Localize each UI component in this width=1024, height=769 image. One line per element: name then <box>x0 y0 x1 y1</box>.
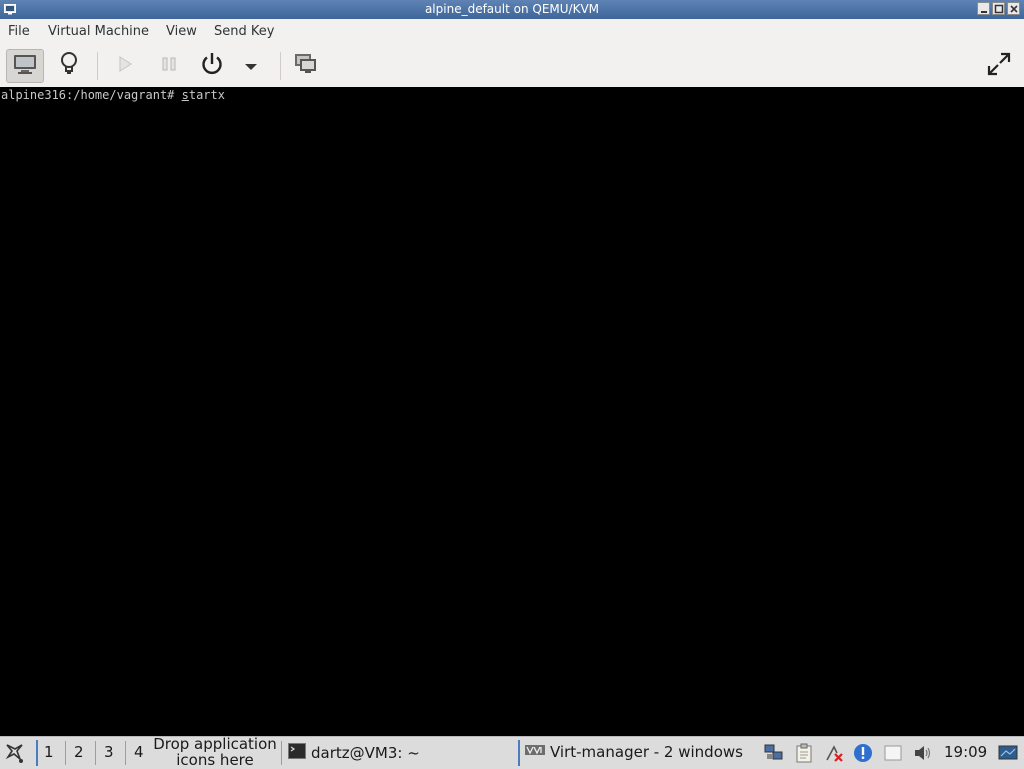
power-icon <box>200 52 224 80</box>
active-task-indicator <box>518 740 520 766</box>
taskbar: 1 2 3 4 Drop application icons here dart… <box>0 736 1024 769</box>
workspace-3[interactable]: 3 <box>104 743 114 761</box>
network-icon[interactable] <box>764 743 784 763</box>
title-bar: alpine_default on QEMU/KVM <box>0 0 1024 19</box>
chevron-down-icon <box>244 57 258 76</box>
close-button[interactable] <box>1007 2 1020 15</box>
active-workspace-indicator <box>36 740 38 766</box>
drive-icon[interactable] <box>883 743 903 763</box>
workspace-1[interactable]: 1 <box>44 743 54 761</box>
minimize-button[interactable] <box>977 2 990 15</box>
show-details-button[interactable] <box>50 49 88 83</box>
task-label: Virt-manager - 2 windows <box>550 743 743 761</box>
vm-console[interactable]: alpine316:/home/vagrant# startx <box>0 87 1024 736</box>
drop-text-line1: Drop application <box>153 735 277 753</box>
pause-icon <box>161 56 177 76</box>
volume-icon[interactable] <box>913 743 933 763</box>
run-button[interactable] <box>106 49 144 83</box>
start-menu-button[interactable] <box>4 741 26 769</box>
menu-view[interactable]: View <box>166 24 197 39</box>
terminal-icon <box>288 743 306 763</box>
menu-file[interactable]: File <box>8 24 30 39</box>
play-icon <box>117 55 133 77</box>
virt-manager-icon <box>525 743 545 761</box>
console-prompt: alpine316:/home/vagrant# <box>1 88 182 102</box>
toolbar-separator <box>97 52 98 80</box>
console-icon <box>13 53 37 79</box>
maximize-button[interactable] <box>992 2 1005 15</box>
show-desktop-icon[interactable] <box>998 743 1018 763</box>
fullscreen-icon <box>986 51 1012 81</box>
menu-virtual-machine[interactable]: Virtual Machine <box>48 24 149 39</box>
shutdown-button[interactable] <box>193 49 231 83</box>
toolbar-separator <box>280 52 281 80</box>
workspace-2[interactable]: 2 <box>74 743 84 761</box>
pause-button[interactable] <box>150 49 188 83</box>
launcher-drop-area[interactable]: Drop application icons here <box>150 736 280 768</box>
show-console-button[interactable] <box>6 49 44 83</box>
taskbar-separator <box>281 741 282 765</box>
lightbulb-icon <box>58 51 80 81</box>
fish-logo-icon <box>4 744 26 769</box>
drop-text-line2: icons here <box>176 751 254 769</box>
network-disconnected-icon[interactable] <box>824 743 844 763</box>
console-line: alpine316:/home/vagrant# startx <box>1 88 225 102</box>
clock[interactable]: 19:09 <box>944 743 987 761</box>
console-command: tartx <box>188 88 225 102</box>
task-terminal[interactable]: dartz@VM3: ~ <box>288 743 420 763</box>
clipboard-icon[interactable] <box>794 743 814 763</box>
snapshots-icon <box>294 53 318 79</box>
toolbar <box>0 44 1024 88</box>
notification-icon[interactable] <box>853 743 873 763</box>
task-label: dartz@VM3: ~ <box>311 744 420 762</box>
console-command-cursor: s <box>181 88 189 102</box>
shutdown-menu-button[interactable] <box>232 49 270 83</box>
task-virt-manager[interactable]: Virt-manager - 2 windows <box>525 743 743 761</box>
fullscreen-button[interactable] <box>980 49 1018 83</box>
window-title: alpine_default on QEMU/KVM <box>424 2 600 16</box>
snapshots-button[interactable] <box>287 49 325 83</box>
workspace-separator <box>95 741 96 765</box>
workspace-separator <box>65 741 66 765</box>
workspace-4[interactable]: 4 <box>134 743 144 761</box>
menu-bar: File Virtual Machine View Send Key <box>0 19 1024 44</box>
menu-send-key[interactable]: Send Key <box>214 24 274 39</box>
workspace-separator <box>125 741 126 765</box>
